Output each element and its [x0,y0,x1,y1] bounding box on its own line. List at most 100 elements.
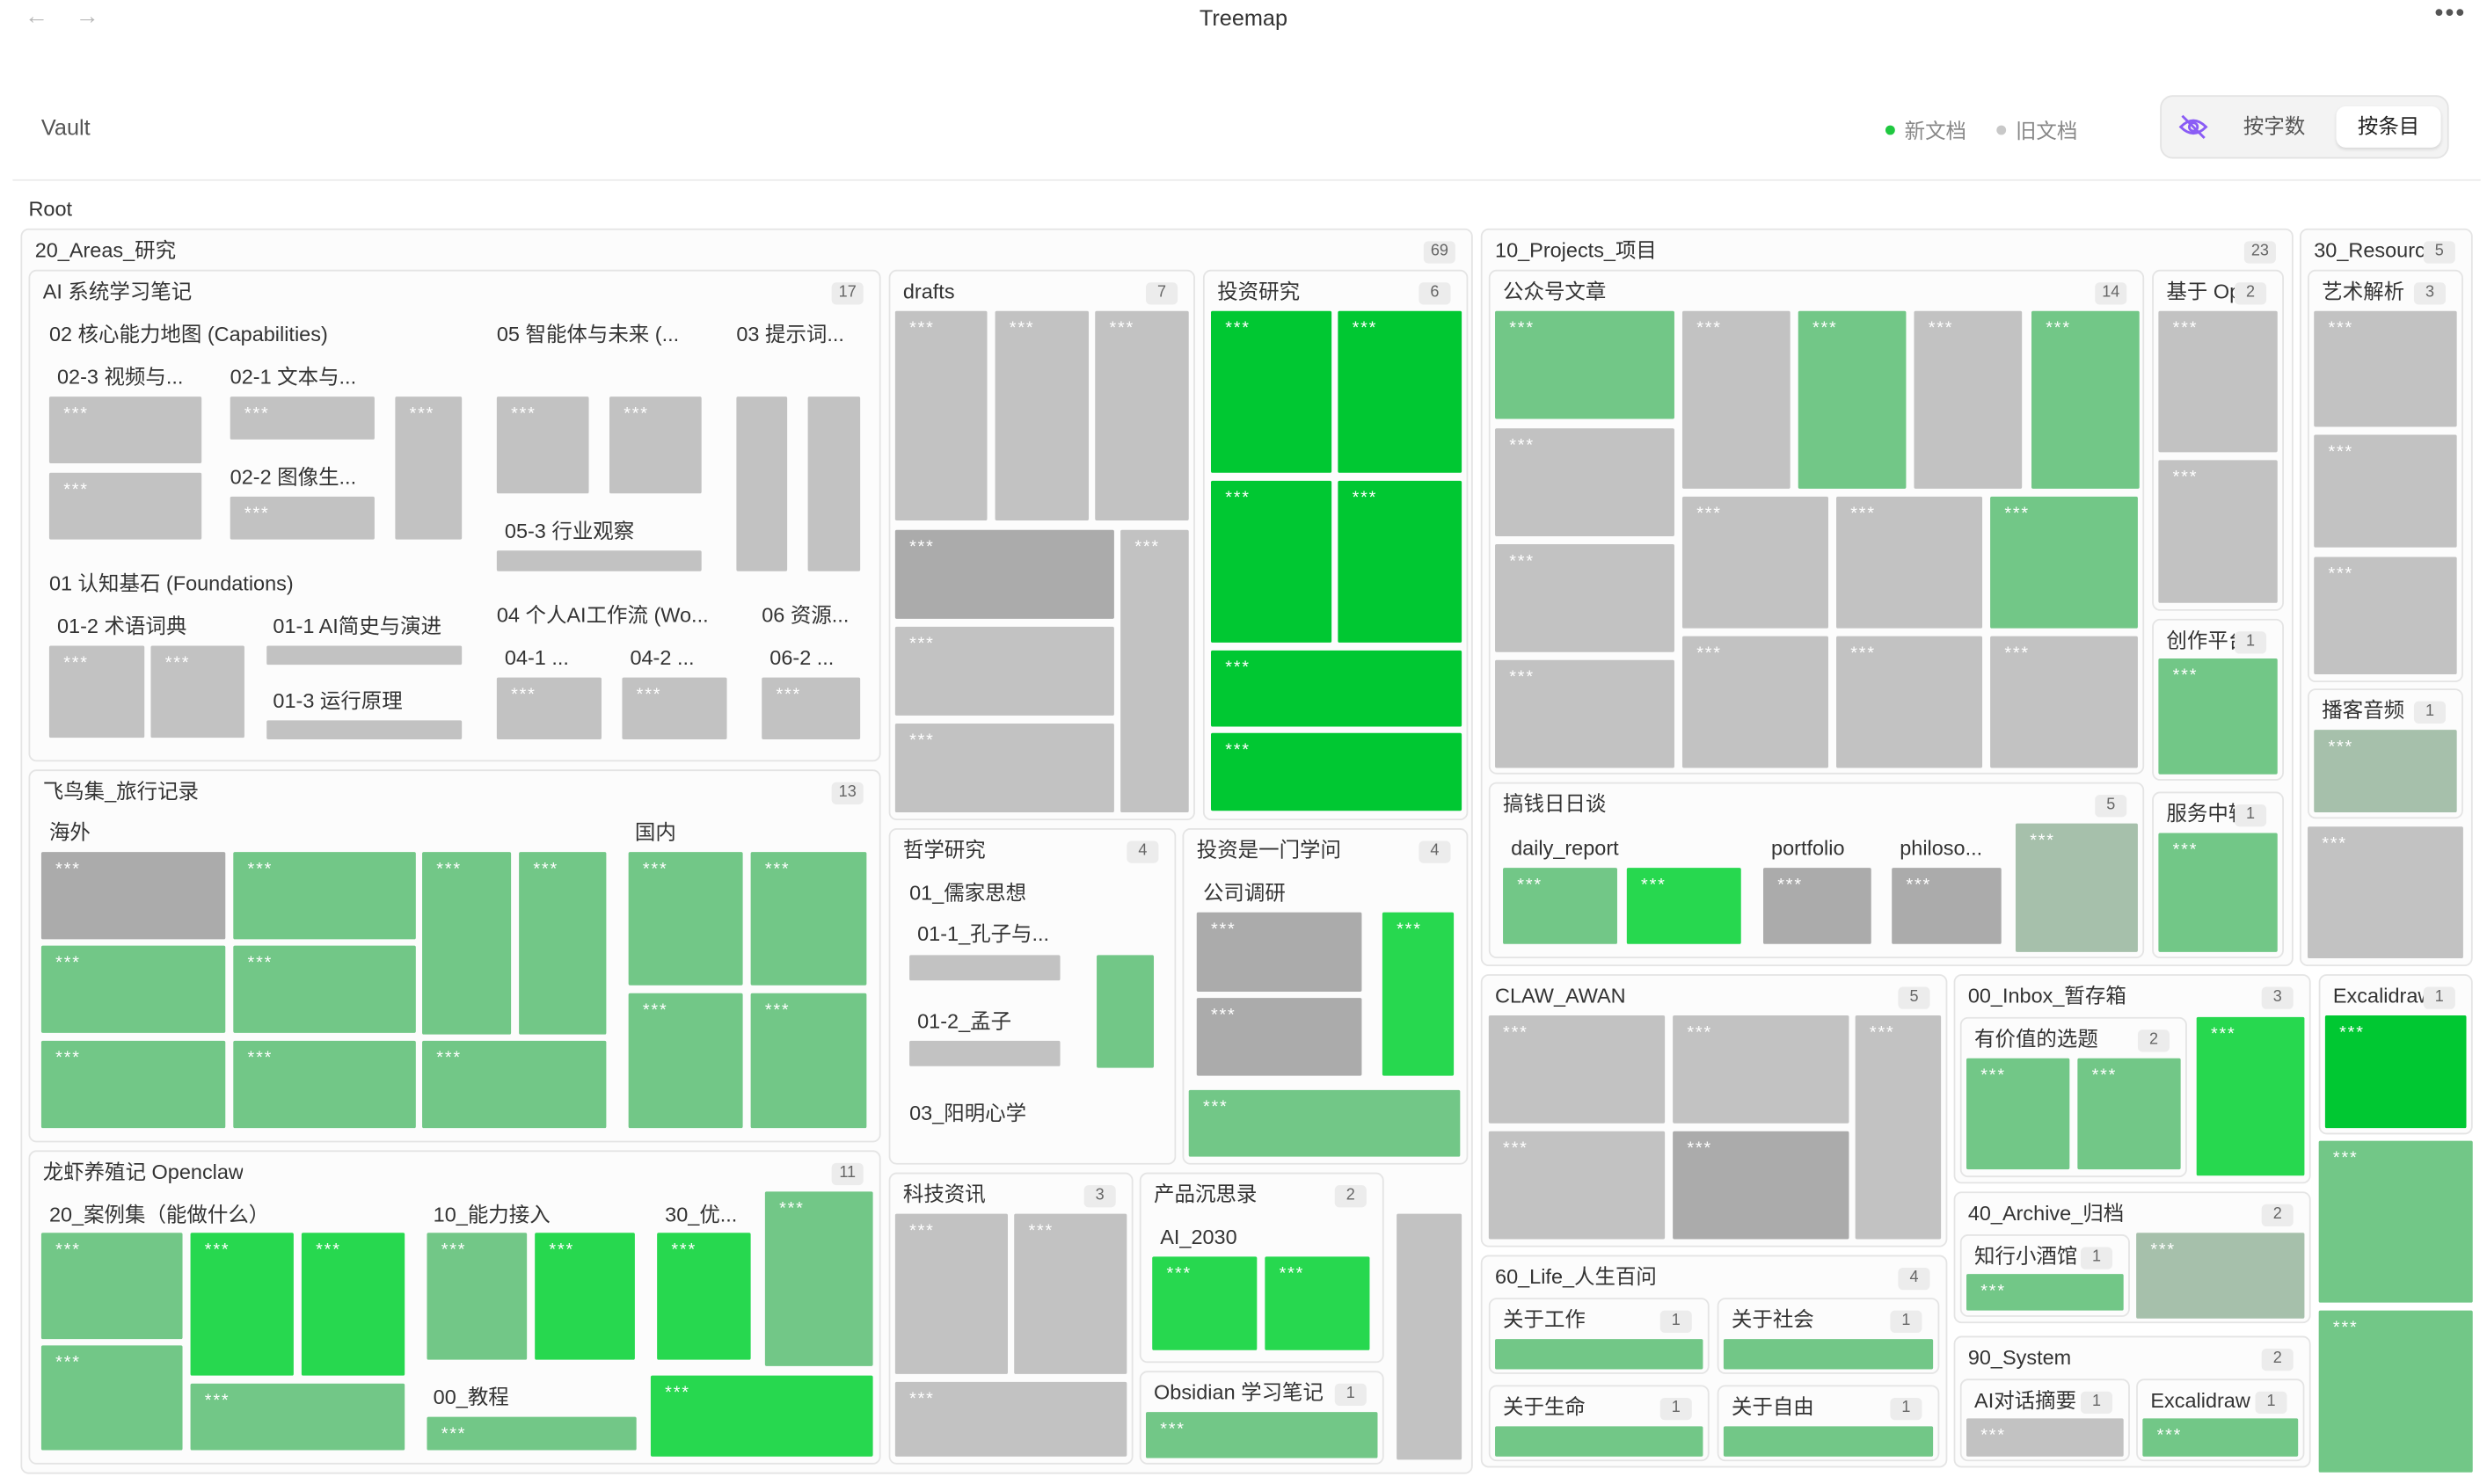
note-tile[interactable]: *** [609,396,702,494]
by-entries-button[interactable]: 按条目 [2336,105,2441,148]
subfolder-label[interactable]: 01 认知基石 (Foundations) [49,571,294,597]
note-tile[interactable]: *** [750,993,867,1129]
note-tile[interactable] [909,955,1061,981]
note-tile[interactable]: *** [40,852,226,940]
note-tile[interactable]: *** [1503,868,1617,944]
note-tile[interactable]: *** [2158,833,2278,952]
note-tile[interactable]: *** [1681,636,1829,768]
note-tile[interactable]: *** [894,310,988,520]
subfolder-label[interactable]: 04-2 ... [630,646,694,672]
note-tile[interactable]: *** [1095,310,1189,520]
note-tile[interactable]: *** [519,852,607,1035]
note-tile[interactable] [1723,1426,1934,1457]
note-tile[interactable]: *** [2314,310,2457,427]
note-tile[interactable] [807,396,861,571]
note-tile[interactable] [496,550,702,571]
note-tile[interactable]: *** [1338,480,1462,643]
note-tile[interactable]: *** [40,1040,226,1129]
subfolder-label[interactable]: 02 核心能力地图 (Capabilities) [49,322,328,347]
note-tile[interactable]: *** [764,1191,873,1366]
subfolder-label[interactable]: 公司调研 [1203,881,1286,906]
subfolder-label[interactable]: 00_教程 [434,1386,509,1411]
note-tile[interactable]: *** [1488,1015,1666,1124]
note-tile[interactable]: *** [496,677,602,739]
note-tile[interactable]: *** [657,1233,751,1360]
subfolder-label[interactable]: 04-1 ... [505,646,569,672]
note-tile[interactable]: *** [1914,310,2023,489]
note-tile[interactable]: *** [1673,1131,1849,1240]
note-tile[interactable]: *** [894,1213,1008,1374]
note-tile[interactable]: *** [894,626,1114,716]
subfolder-label[interactable]: 05-3 行业观察 [505,519,634,544]
note-tile[interactable]: *** [2158,658,2278,775]
note-tile[interactable]: *** [628,852,743,986]
note-tile[interactable]: *** [1798,310,1907,489]
note-tile[interactable]: *** [2314,556,2457,674]
note-tile[interactable]: *** [2318,1310,2473,1473]
subfolder-label[interactable]: 03_阳明心学 [909,1101,1026,1126]
note-tile[interactable]: *** [995,310,1090,520]
note-tile[interactable]: *** [2136,1233,2305,1319]
note-tile[interactable]: *** [1966,1418,2124,1457]
note-tile[interactable]: *** [2308,826,2463,959]
note-tile[interactable]: *** [1495,428,1674,536]
note-tile[interactable]: *** [301,1233,405,1376]
note-tile[interactable] [1495,1339,1703,1370]
note-tile[interactable]: *** [1966,1274,2124,1311]
note-tile[interactable]: *** [1990,496,2138,629]
note-tile[interactable]: *** [48,645,145,738]
note-tile[interactable]: *** [422,852,512,1035]
note-tile[interactable]: *** [1495,659,1674,768]
note-tile[interactable]: *** [1681,310,1790,489]
note-tile[interactable]: *** [535,1233,635,1360]
note-tile[interactable]: *** [2031,310,2140,489]
note-tile[interactable]: *** [894,1381,1127,1457]
note-tile[interactable] [736,396,788,571]
note-tile[interactable]: *** [2196,1016,2305,1176]
note-tile[interactable]: *** [1145,1412,1378,1459]
note-tile[interactable]: *** [2318,1140,2473,1303]
note-tile[interactable]: *** [894,529,1114,619]
note-tile[interactable]: *** [1210,650,1462,727]
subfolder-label[interactable]: philoso... [1900,836,1982,862]
note-tile[interactable]: *** [1210,732,1462,811]
note-tile[interactable]: *** [1763,868,1871,944]
note-tile[interactable]: *** [894,723,1114,813]
note-tile[interactable]: *** [190,1383,405,1451]
note-tile[interactable]: *** [230,496,375,540]
note-tile[interactable] [266,645,463,666]
note-tile[interactable] [266,720,463,739]
note-tile[interactable]: *** [1210,310,1332,473]
note-tile[interactable] [1723,1339,1934,1370]
subfolder-label[interactable]: AI_2030 [1160,1225,1236,1250]
subfolder-label[interactable]: 03 提示词... [736,322,844,347]
note-tile[interactable]: *** [427,1233,528,1360]
subfolder-label[interactable]: 国内 [635,820,676,846]
note-tile[interactable]: *** [1014,1213,1127,1374]
note-tile[interactable] [909,1040,1061,1066]
note-tile[interactable]: *** [2324,1015,2467,1129]
note-tile[interactable]: *** [1626,868,1741,944]
note-tile[interactable]: *** [1488,1131,1666,1240]
note-tile[interactable]: *** [2142,1418,2299,1457]
note-tile[interactable]: *** [650,1375,873,1457]
note-tile[interactable]: *** [40,1233,183,1340]
note-tile[interactable]: *** [1152,1256,1258,1350]
note-tile[interactable]: *** [2015,823,2138,952]
note-tile[interactable]: *** [233,852,416,940]
note-tile[interactable]: *** [2314,434,2457,548]
subfolder-label[interactable]: 海外 [49,820,91,846]
note-tile[interactable]: *** [150,645,244,738]
note-tile[interactable]: *** [1966,1058,2070,1170]
note-tile[interactable]: *** [1990,636,2138,768]
note-tile[interactable]: *** [1210,480,1332,643]
note-tile[interactable]: *** [1673,1015,1849,1124]
note-tile[interactable]: *** [233,1040,416,1129]
note-tile[interactable]: *** [233,945,416,1033]
breadcrumb-root[interactable]: Root [28,197,72,221]
subfolder-label[interactable]: 02-2 图像生... [230,465,356,491]
note-tile[interactable]: *** [2077,1058,2181,1170]
subfolder-label[interactable]: 05 智能体与未来 (... [497,322,679,347]
subfolder-label[interactable]: 02-1 文本与... [230,365,356,390]
subfolder-label[interactable]: 01-1_孔子与... [917,922,1049,948]
